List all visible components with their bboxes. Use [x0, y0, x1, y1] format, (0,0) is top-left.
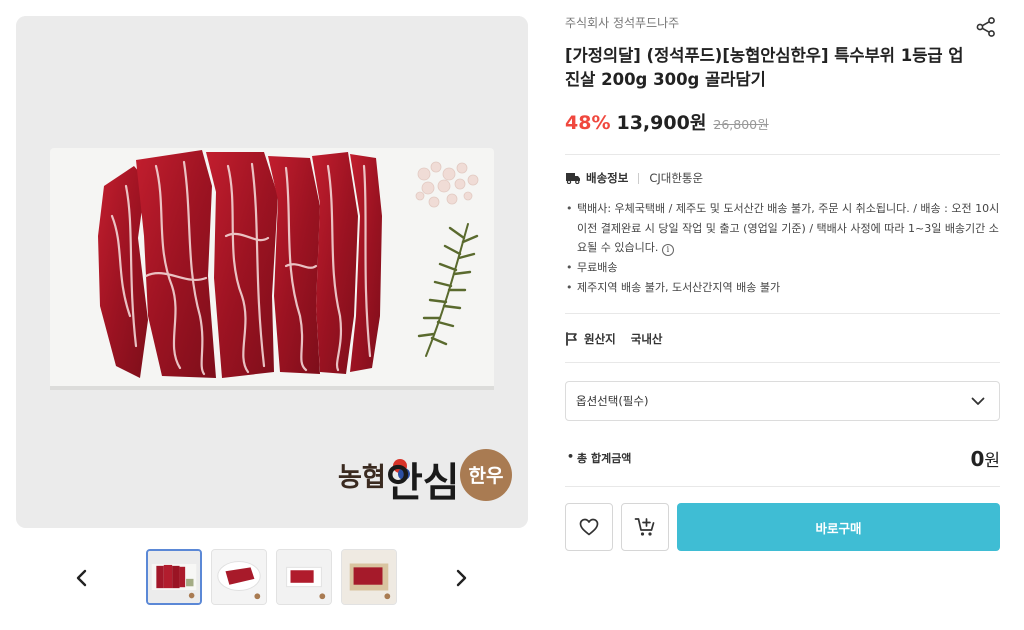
truck-icon: [566, 173, 580, 184]
thumbnail-image: [148, 551, 200, 603]
wishlist-button[interactable]: [565, 503, 613, 551]
divider: [565, 362, 1000, 363]
thumbnail-image: [212, 550, 266, 604]
price-row: 48% 13,900 원 26,800원: [565, 109, 769, 135]
shipping-detail-text: 택배사: 우체국택배 / 제주도 및 도서산간 배송 불가, 주문 시 취소됩니…: [577, 202, 1000, 255]
logo-badge-text: 한우: [469, 465, 504, 487]
shipping-carrier: CJ대한통운: [649, 171, 704, 185]
shipping-info-row: 배송정보 CJ대한통운: [565, 170, 703, 186]
heart-icon: [579, 518, 599, 536]
divider: [565, 486, 1000, 487]
total-amount: 0원: [970, 446, 1000, 471]
option-select-placeholder: 옵션선택(필수): [576, 394, 649, 408]
thumbnail-prev-button[interactable]: [64, 560, 100, 596]
buy-now-label: 바로구매: [815, 520, 862, 536]
total-row: 총 합계금액 0원: [565, 442, 1000, 474]
total-label: 총 합계금액: [565, 450, 631, 466]
separator: [638, 172, 640, 184]
meat-photo: 농협 안심 한우: [16, 16, 528, 528]
thumbnail-next-button[interactable]: [443, 560, 479, 596]
add-to-cart-button[interactable]: [621, 503, 669, 551]
shipping-detail-item: 택배사: 우체국택배 / 제주도 및 도서산간 배송 불가, 주문 시 취소됩니…: [565, 199, 1000, 258]
option-select[interactable]: 옵션선택(필수): [565, 381, 1000, 421]
origin-value: 국내산: [630, 332, 663, 346]
info-icon[interactable]: i: [661, 244, 674, 257]
total-amount-unit: 원: [984, 450, 1000, 471]
discount-rate: 48%: [565, 112, 611, 134]
thumbnail-1[interactable]: [146, 549, 202, 605]
thumbnail-4[interactable]: [341, 549, 397, 605]
origin-row: 원산지 국내산: [565, 331, 663, 347]
cart-plus-icon: [634, 518, 655, 536]
divider: [565, 313, 1000, 314]
thumbnail-image: [342, 550, 396, 604]
shipping-label: 배송정보: [586, 171, 629, 185]
share-icon: [976, 17, 995, 37]
thumbnail-image: [277, 550, 331, 604]
shipping-detail-item: 제주지역 배송 불가, 도서산간지역 배송 불가: [565, 278, 1000, 298]
product-main-image[interactable]: 농협 안심 한우: [16, 16, 528, 528]
sale-price-unit: 원: [689, 113, 707, 134]
seller-name[interactable]: 주식회사 정석푸드나주: [565, 14, 679, 31]
chevron-left-icon: [76, 569, 87, 587]
chevron-down-icon: [971, 397, 985, 405]
shipping-detail-item: 무료배송: [565, 258, 1000, 278]
logo-text-main: 안심: [386, 459, 460, 506]
thumbnail-strip: [146, 549, 397, 605]
divider: [565, 154, 1000, 155]
origin-label: 원산지: [584, 332, 616, 346]
thumbnail-2[interactable]: [211, 549, 267, 605]
shipping-detail-text: 제주지역 배송 불가, 도서산간지역 배송 불가: [577, 280, 781, 294]
shipping-details-list: 택배사: 우체국택배 / 제주도 및 도서산간 배송 불가, 주문 시 취소됩니…: [565, 199, 1000, 298]
logo-text-prefix: 농협: [338, 463, 386, 493]
original-price: 26,800원: [713, 117, 769, 132]
sale-price: 13,900: [616, 112, 690, 134]
product-title: [가정의달] (정석푸드)[농협안심한우] 특수부위 1등급 업진살 200g …: [565, 46, 964, 89]
thumbnail-3[interactable]: [276, 549, 332, 605]
buy-now-button[interactable]: 바로구매: [677, 503, 1000, 551]
total-amount-number: 0: [970, 446, 985, 471]
share-button[interactable]: [975, 16, 999, 40]
flag-icon: [566, 332, 577, 346]
chevron-right-icon: [456, 569, 467, 587]
shipping-detail-text: 무료배송: [577, 261, 618, 275]
